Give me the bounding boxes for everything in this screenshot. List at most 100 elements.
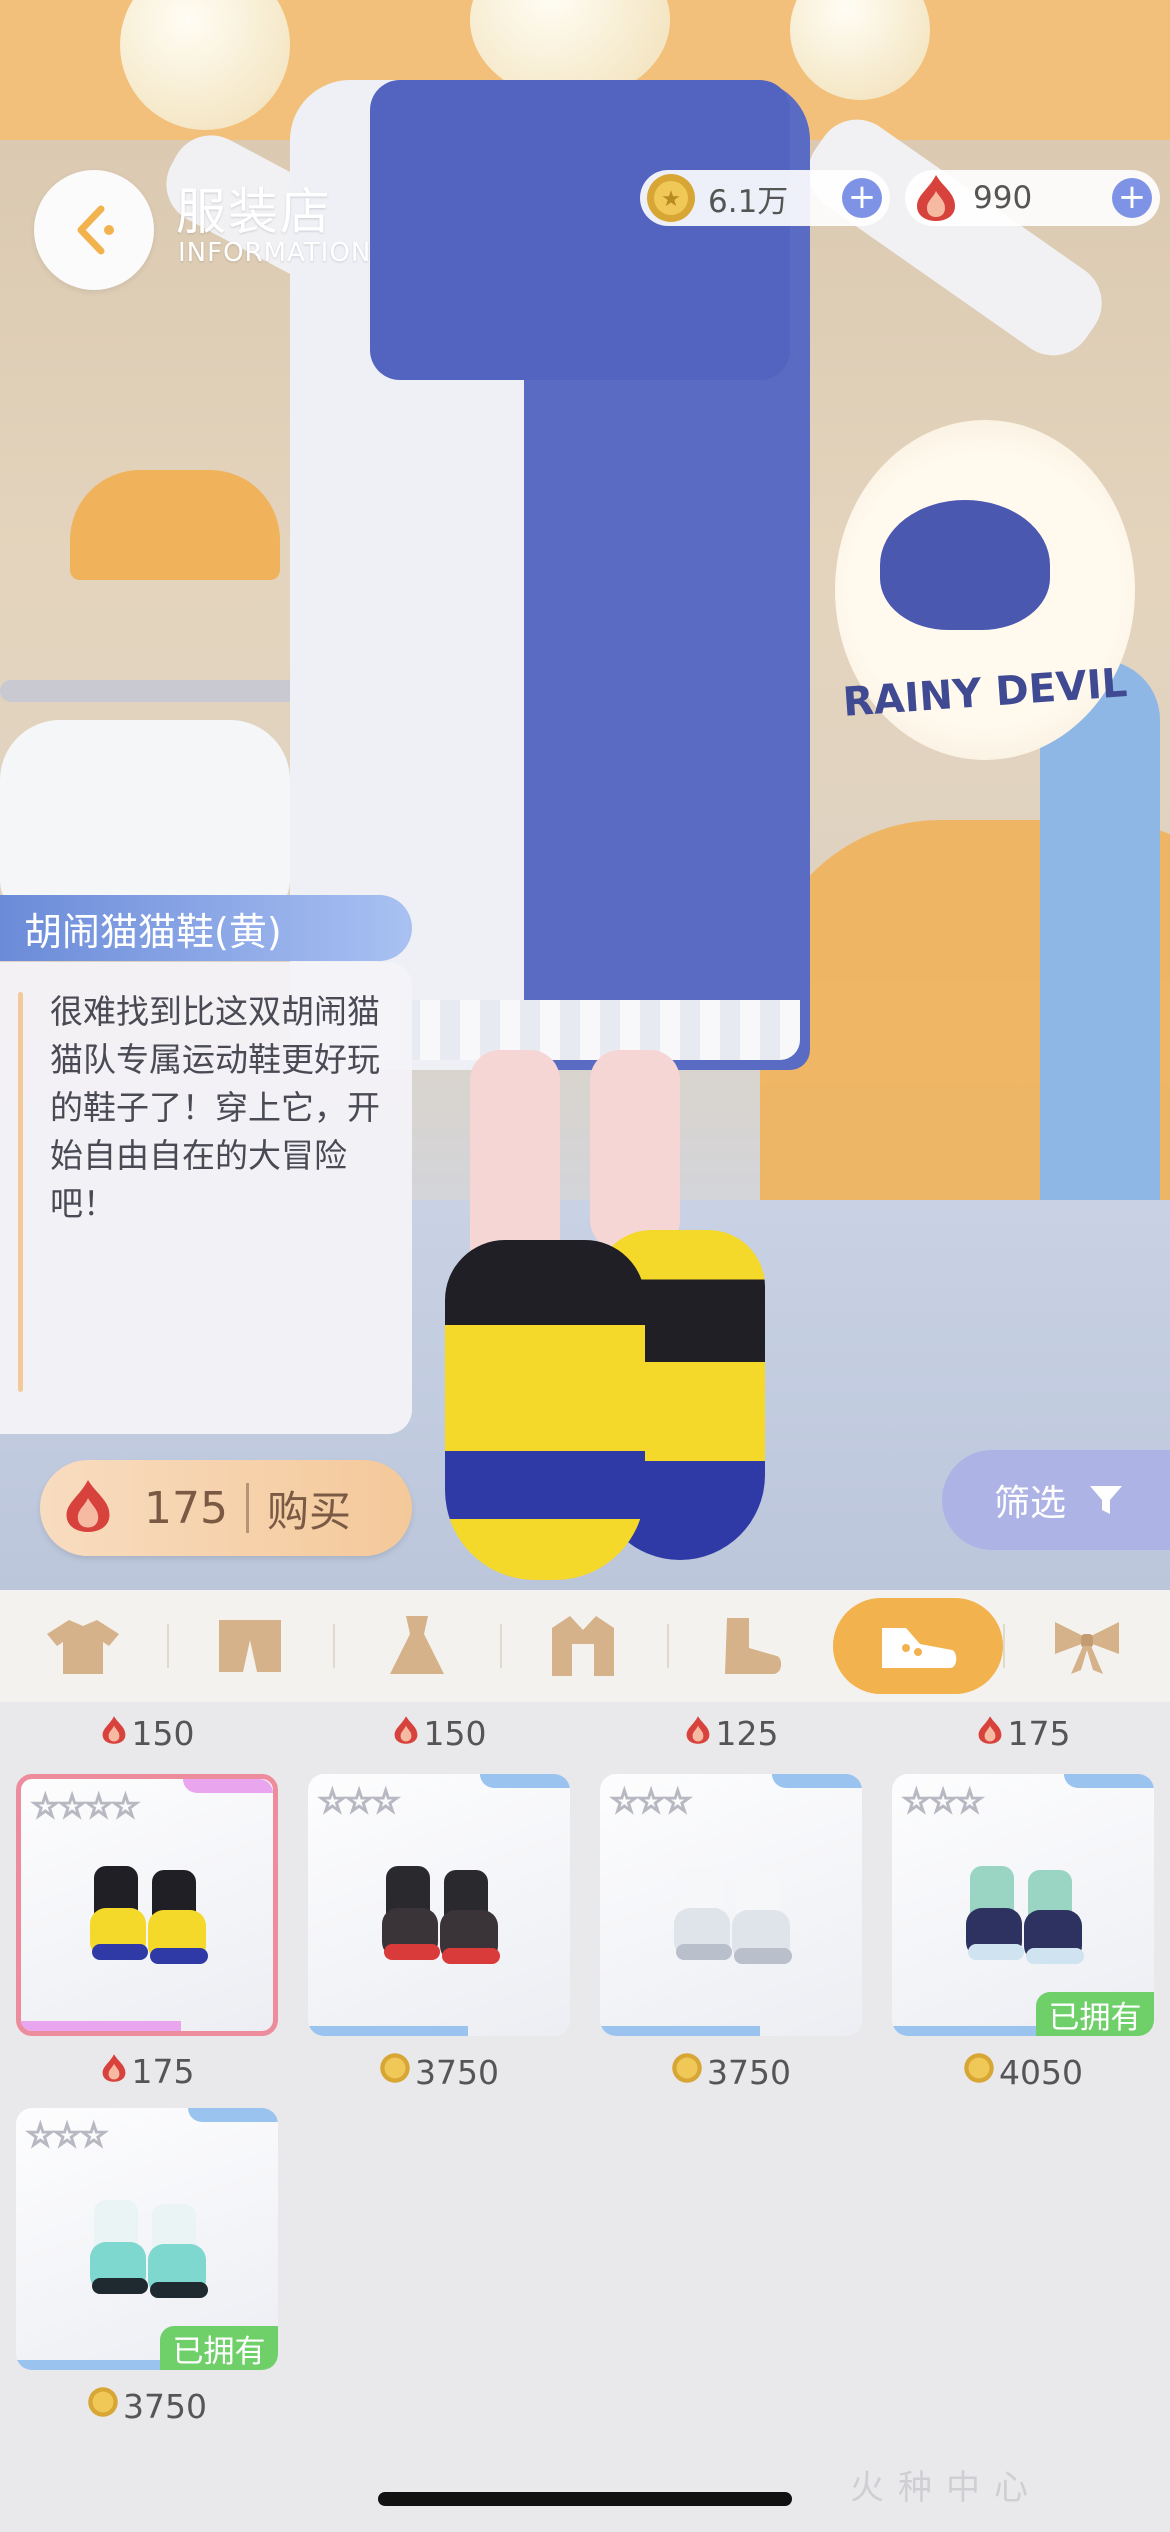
shop-item-card[interactable]: ☆☆☆ [308,1774,570,2036]
prev-row-item-price-value: 150 [423,1714,487,1753]
buy-divider [245,1483,249,1533]
category-bottoms[interactable] [166,1596,334,1696]
shop-item-price: 3750 [596,2052,866,2092]
dress-icon [389,1616,444,1674]
shop-item-price: 175 [12,2052,282,2091]
filter-label: 筛选 [994,1483,1067,1524]
shop-item-price-value: 3750 [123,2386,207,2426]
filter-funnel-icon [1090,1486,1123,1514]
shoe-icon [882,1628,957,1668]
rarity-stars: ☆☆☆ [317,1781,401,1821]
back-arrow-icon [77,205,114,255]
prev-row-item-price: 125 [596,1714,866,1753]
category-accessories[interactable] [1003,1596,1170,1696]
flame-gem-icon [392,1714,420,1753]
flame-gem-icon [684,1714,712,1753]
flame-gem-icon [62,1477,114,1539]
shop-item-card[interactable]: ☆☆☆☆ [16,1774,278,2036]
cloud-shelf [70,470,280,580]
prev-row-item-price-value: 125 [715,1714,779,1753]
card-corner-accent [1064,1774,1154,1788]
filter-button[interactable]: 筛选 [942,1450,1170,1550]
category-coats[interactable] [500,1596,667,1696]
category-tops[interactable] [0,1596,167,1696]
coin-icon [379,2052,411,2092]
category-socks[interactable] [666,1596,834,1696]
character-bodice [370,80,790,380]
card-bottom-accent [16,2360,176,2370]
flame-gem-icon [100,2052,128,2091]
buy-price: 175 [144,1482,228,1534]
cactus-decor [1040,660,1160,1280]
shop-item-price-value: 3750 [707,2052,791,2092]
clothes-rail [0,680,340,702]
coin-icon: ★ [644,171,698,225]
home-indicator[interactable] [378,2492,792,2506]
coin-icon [671,2052,703,2092]
gem-amount: 990 [973,180,1033,216]
shop-item-price-value: 3750 [415,2052,499,2092]
prev-row-item-price: 175 [888,1714,1158,1753]
character-leg [590,1050,680,1250]
character-sleeve [792,103,1118,372]
svg-text:★: ★ [661,187,681,212]
page-subtitle: INFORMATION [178,238,372,268]
shop-item-card[interactable]: ☆☆☆ 已拥有 [892,1774,1154,2036]
rarity-stars: ☆☆☆ [901,1781,985,1821]
coin-icon [87,2386,119,2426]
flame-gem-icon [100,1714,128,1753]
category-dresses[interactable] [333,1596,500,1696]
card-bottom-accent [892,2026,1052,2036]
item-description-card: 很难找到比这双胡闹猫猫队专属运动鞋更好玩的鞋子了！穿上它，开始自由自在的大冒险吧… [0,962,412,1434]
character-shoe [445,1240,645,1580]
prev-row-item-price: 150 [12,1714,282,1753]
card-corner-accent [480,1774,570,1788]
prev-row-item-price: 150 [304,1714,574,1753]
bow-icon [1054,1622,1119,1674]
shoe-item-image [72,2182,222,2316]
shirt-icon [47,1620,120,1674]
prev-row-item-price-value: 150 [131,1714,195,1753]
shoe-item-image [72,1848,222,1982]
shop-item-price: 3750 [12,2386,282,2426]
coin-icon [963,2052,995,2092]
card-bottom-accent [600,2026,760,2036]
shoe-item-image [948,1848,1098,1982]
watermark-text: 火种中心 [850,2468,1042,2508]
item-grid: 150 150 125 175 ☆☆☆☆ 175 ☆☆☆ 3750 ☆☆☆ 3750 ☆☆☆ 已拥有 4… [0,1702,1170,2532]
flame-gem-icon [976,1714,1004,1753]
active-category-highlight [833,1598,1004,1694]
hanging-shirt [0,720,290,920]
card-bottom-accent [21,2021,181,2031]
rarity-stars: ☆☆☆ [25,2115,109,2155]
card-corner-accent [188,2108,278,2122]
add-coins-button[interactable]: + [842,178,882,218]
card-bottom-accent [308,2026,468,2036]
shop-item-price: 3750 [304,2052,574,2092]
shop-item-card[interactable]: ☆☆☆ 已拥有 [16,2108,278,2370]
pants-icon [219,1620,281,1672]
item-description: 很难找到比这双胡闹猫猫队专属运动鞋更好玩的鞋子了！穿上它，开始自由自在的大冒险吧… [50,992,380,1223]
add-gems-button[interactable]: + [1112,178,1152,218]
shop-item-price-value: 175 [131,2052,195,2091]
prev-row-item-price-value: 175 [1007,1714,1071,1753]
category-shoes[interactable] [833,1596,1004,1696]
card-corner-accent [772,1774,862,1788]
shop-item-card[interactable]: ☆☆☆ [600,1774,862,2036]
owned-badge: 已拥有 [160,2326,278,2370]
buy-button[interactable]: 175 购买 [40,1460,412,1556]
gem-balance: 990 + [905,170,1160,226]
back-button[interactable] [34,170,154,290]
shop-item-price-value: 4050 [999,2052,1083,2092]
page-title: 服装店 [176,183,332,241]
devil-bat-logo [880,500,1050,630]
card-corner-accent [183,1779,273,1793]
coat-icon [552,1616,615,1676]
owned-badge: 已拥有 [1036,1992,1154,2036]
coin-balance: ★ 6.1万 + [640,170,890,226]
category-bar [0,1590,1170,1702]
buy-label: 购买 [266,1486,351,1536]
item-name-tab: 胡闹猫猫鞋(黄) [0,895,412,961]
item-name: 胡闹猫猫鞋(黄) [24,909,282,954]
coin-amount: 6.1万 [708,183,789,220]
